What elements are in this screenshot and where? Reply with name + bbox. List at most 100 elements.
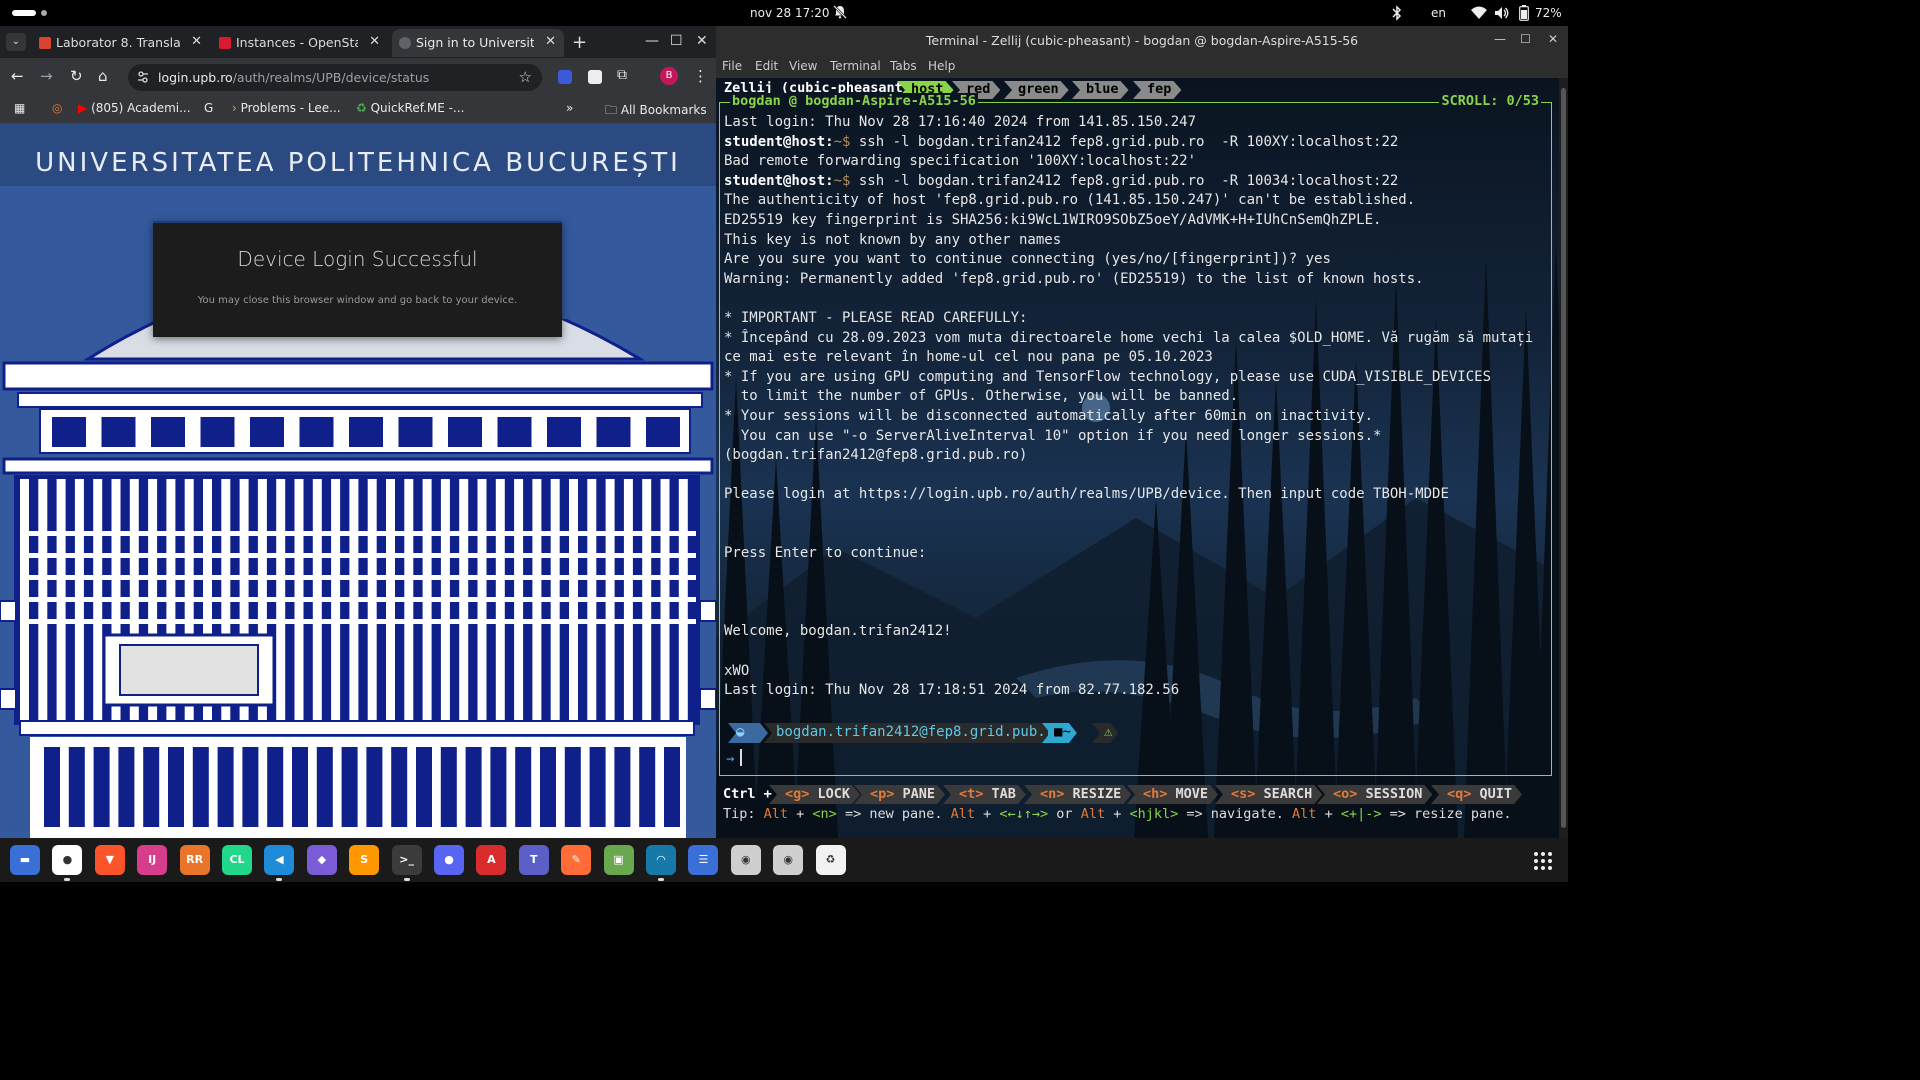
university-header: UNIVERSITATEA POLITEHNICA BUCUREȘTI bbox=[0, 124, 716, 186]
close-window-icon[interactable]: ✕ bbox=[696, 33, 708, 49]
close-tab-icon[interactable]: ✕ bbox=[191, 34, 202, 49]
menu-help[interactable]: Help bbox=[928, 59, 955, 73]
extensions-puzzle-icon[interactable]: ⧉ bbox=[617, 67, 627, 83]
command-input-line[interactable]: → bbox=[726, 749, 743, 767]
more-bookmarks-icon[interactable]: » bbox=[566, 101, 573, 115]
google-icon[interactable]: G bbox=[204, 101, 213, 115]
tab-sign-in[interactable]: Sign in to Universitate ✕ bbox=[392, 29, 564, 57]
apps-grid-icon[interactable]: ▦ bbox=[14, 101, 25, 115]
keybind-search[interactable]: <s> SEARCH bbox=[1215, 785, 1322, 804]
extension-shield-icon[interactable] bbox=[558, 70, 572, 84]
wifi-icon[interactable] bbox=[1471, 6, 1487, 19]
bookmark-leetcode[interactable]: › Problems - Lee... bbox=[232, 101, 341, 115]
disk-app-2-icon[interactable]: ◉ bbox=[773, 845, 804, 875]
bookmark-youtube[interactable]: ▶ (805) Academi... bbox=[78, 101, 191, 115]
menu-edit[interactable]: Edit bbox=[755, 59, 778, 73]
teams-icon[interactable]: T bbox=[518, 845, 549, 875]
intellij-icon[interactable]: IJ bbox=[137, 845, 168, 875]
all-bookmarks[interactable]: 🗀 All Bookmarks bbox=[605, 101, 707, 122]
minimize-icon[interactable]: — bbox=[645, 33, 659, 49]
battery-icon[interactable] bbox=[1519, 5, 1529, 21]
tab-openstack[interactable]: Instances - OpenStack ✕ bbox=[212, 29, 388, 57]
scrollbar-thumb[interactable] bbox=[1561, 88, 1566, 828]
site-info-icon[interactable] bbox=[137, 70, 149, 84]
tab-laborator[interactable]: Laborator 8. Translat ✕ bbox=[32, 29, 210, 57]
maximize-icon[interactable]: ☐ bbox=[670, 33, 683, 49]
rustrover-icon[interactable]: RR bbox=[179, 845, 210, 875]
bluetooth-icon[interactable] bbox=[1390, 5, 1404, 21]
sublime-icon[interactable]: S bbox=[349, 845, 380, 875]
system-clock[interactable]: nov 28 17:20 bbox=[750, 6, 830, 20]
keybind-pane[interactable]: <p> PANE bbox=[854, 785, 945, 804]
terminal-scrollbar[interactable] bbox=[1559, 78, 1568, 838]
line-text: xWO bbox=[724, 662, 750, 679]
bookmark-quickref[interactable]: ♻ QuickRef.ME -... bbox=[356, 101, 464, 115]
trash-icon[interactable]: ♻ bbox=[815, 845, 846, 875]
keybind-key: <o> bbox=[1333, 786, 1358, 802]
back-icon[interactable]: ← bbox=[11, 67, 24, 85]
workspace-indicator[interactable] bbox=[41, 10, 47, 16]
clion-icon[interactable]: CL bbox=[222, 845, 252, 875]
browser-menu-icon[interactable]: ⋮ bbox=[693, 67, 708, 85]
close-window-icon[interactable]: ✕ bbox=[1548, 32, 1558, 46]
obsidian-icon[interactable]: ◆ bbox=[306, 845, 337, 875]
line-text: ssh -l bogdan.trifan2412 fep8.grid.pub.r… bbox=[850, 133, 1399, 150]
keybind-move[interactable]: <h> MOVE bbox=[1127, 785, 1218, 804]
menu-tabs[interactable]: Tabs bbox=[890, 59, 917, 73]
postman-icon[interactable]: ✎ bbox=[561, 845, 592, 875]
terminal-icon[interactable]: >_ bbox=[391, 845, 422, 881]
tab-search-button[interactable]: ⌄ bbox=[6, 33, 26, 51]
line-text: ce mai este relevant în home-ul cel nou … bbox=[724, 349, 1213, 366]
keybind-resize[interactable]: <n> RESIZE bbox=[1024, 785, 1131, 804]
line-text: * Începând cu 28.09.2023 vom muta direct… bbox=[724, 329, 1534, 346]
keybind-tab[interactable]: <t> TAB bbox=[943, 785, 1026, 804]
menu-terminal[interactable]: Terminal bbox=[830, 59, 881, 73]
discord-icon[interactable]: ● bbox=[434, 845, 464, 875]
vscode-icon[interactable]: ◀ bbox=[264, 845, 295, 881]
terminal-body[interactable]: Zellij (cubic-pheasant) host red green b… bbox=[716, 78, 1568, 838]
terminal-line: xWO bbox=[724, 662, 1548, 682]
keybind-label: PANE bbox=[902, 786, 936, 802]
forward-icon[interactable]: → bbox=[40, 67, 53, 85]
maximize-icon[interactable]: ☐ bbox=[1520, 32, 1531, 46]
disk-app-1-icon[interactable]: ◉ bbox=[730, 845, 761, 875]
line-text: ED25519 key fingerprint is SHA256:ki9WcL… bbox=[724, 211, 1382, 228]
prompt-user: student@host: bbox=[724, 172, 834, 189]
minimize-icon[interactable]: — bbox=[1494, 32, 1506, 46]
menu-view[interactable]: View bbox=[789, 59, 817, 73]
terminal-line: Last login: Thu Nov 28 17:16:40 2024 fro… bbox=[724, 113, 1548, 133]
close-tab-icon[interactable]: ✕ bbox=[545, 34, 556, 49]
home-icon[interactable]: ⌂ bbox=[98, 67, 108, 85]
workspace-indicator-active[interactable] bbox=[12, 10, 36, 16]
zellij-tab-blue[interactable]: blue bbox=[1072, 81, 1129, 99]
settings-list-icon[interactable]: ☰ bbox=[688, 845, 719, 875]
show-apps-grid-icon[interactable] bbox=[1533, 851, 1553, 871]
brave-icon[interactable]: ▼ bbox=[94, 845, 125, 875]
keybind-session[interactable]: <o> SESSION bbox=[1317, 785, 1432, 804]
chrome-icon[interactable]: ● bbox=[52, 845, 83, 881]
terminal-line: ED25519 key fingerprint is SHA256:ki9WcL… bbox=[724, 211, 1548, 231]
keybind-lock[interactable]: <g> LOCK bbox=[769, 785, 860, 804]
archive-manager-icon[interactable]: ▣ bbox=[603, 845, 634, 875]
address-bar[interactable]: login.upb.ro/auth/realms/UPB/device/stat… bbox=[128, 64, 542, 91]
menu-file[interactable]: File bbox=[722, 59, 742, 73]
terminal-pane[interactable]: bogdan @ bogdan-Aspire-A515-56 SCROLL: 0… bbox=[719, 93, 1552, 776]
profile-avatar[interactable]: B bbox=[660, 67, 678, 85]
reload-icon[interactable]: ↻ bbox=[70, 67, 83, 85]
zellij-tab-green[interactable]: green bbox=[1004, 81, 1069, 99]
new-tab-button[interactable]: + bbox=[572, 32, 587, 53]
close-tab-icon[interactable]: ✕ bbox=[369, 34, 380, 49]
bookmark-star-icon[interactable]: ☆ bbox=[519, 68, 532, 86]
volume-icon[interactable] bbox=[1494, 6, 1510, 20]
bookmark-favicon-icon[interactable]: ◎ bbox=[52, 101, 62, 115]
keyboard-language[interactable]: en bbox=[1431, 6, 1446, 20]
wireshark-icon[interactable]: ◠ bbox=[646, 845, 676, 881]
prompt-dir-label: ~ bbox=[1062, 724, 1071, 740]
extension-b-icon[interactable] bbox=[588, 70, 602, 84]
keybind-quit[interactable]: <q> QUIT bbox=[1431, 785, 1522, 804]
tip-alt: Alt bbox=[763, 806, 789, 822]
keybind-label: QUIT bbox=[1479, 786, 1513, 802]
pdf-reader-icon[interactable]: A bbox=[476, 845, 507, 875]
files-icon[interactable]: ▬ bbox=[10, 845, 40, 875]
